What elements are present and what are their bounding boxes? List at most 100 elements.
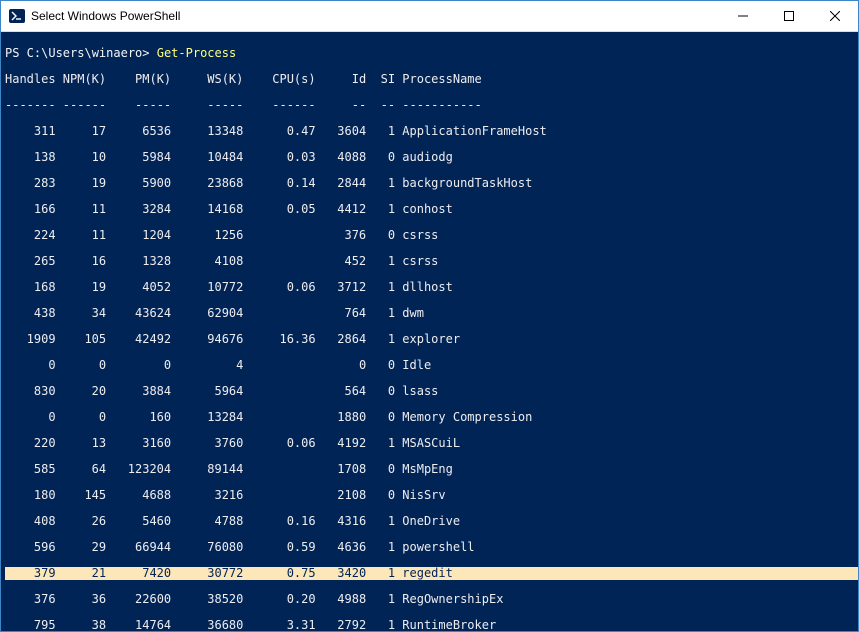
table-row[interactable]: 83020388459645640lsass <box>5 385 858 398</box>
table-row[interactable]: 26516132841084521csrss <box>5 255 858 268</box>
cell-pk: 4688 <box>106 489 171 502</box>
table-row[interactable]: 7953814764366803.3127921RuntimeBroker <box>5 619 858 631</box>
table-row[interactable]: 5962966944760800.5946361powershell <box>5 541 858 554</box>
cell-wk: 14168 <box>171 203 243 216</box>
table-row[interactable]: 22013316037600.0641921MSASCuiL <box>5 437 858 450</box>
cell-wk: 94676 <box>171 333 243 346</box>
cell-pk: 5900 <box>106 177 171 190</box>
cell-si: 0 <box>366 411 395 424</box>
table-row[interactable]: 168194052107720.0637121dllhost <box>5 281 858 294</box>
cell-nk: 36 <box>56 593 107 606</box>
cell-h: 596 <box>5 541 56 554</box>
table-row[interactable]: 283195900238680.1428441backgroundTaskHos… <box>5 177 858 190</box>
cell-id: 3604 <box>316 125 367 138</box>
cell-cp: 0.16 <box>243 515 315 528</box>
cell-h: 379 <box>5 567 56 580</box>
table-row[interactable]: 000400Idle <box>5 359 858 372</box>
cell-nk: 16 <box>56 255 107 268</box>
table-row[interactable]: 3763622600385200.2049881RegOwnershipEx <box>5 593 858 606</box>
cell-h: 1909 <box>5 333 56 346</box>
cell-nk: 0 <box>56 411 107 424</box>
cell-si: 0 <box>366 489 395 502</box>
cell-pn: dwm <box>395 307 424 320</box>
table-row[interactable]: 585641232048914417080MsMpEng <box>5 463 858 476</box>
table-row[interactable]: 1909105424929467616.3628641explorer <box>5 333 858 346</box>
cell-id: 1708 <box>316 463 367 476</box>
cell-si: 1 <box>366 541 395 554</box>
cell-pk: 5460 <box>106 515 171 528</box>
cell-id: 564 <box>316 385 367 398</box>
cell-si: 0 <box>366 151 395 164</box>
cell-nk: 11 <box>56 203 107 216</box>
cell-id: 376 <box>316 229 367 242</box>
cell-pn: powershell <box>395 541 474 554</box>
cell-si: 0 <box>366 463 395 476</box>
col-wsk: WS(K) <box>171 73 243 86</box>
cell-pk: 42492 <box>106 333 171 346</box>
table-row[interactable]: 4383443624629047641dwm <box>5 307 858 320</box>
cell-pk: 160 <box>106 411 171 424</box>
prompt-line: PS C:\Users\winaero> Get-Process <box>5 46 236 60</box>
table-row[interactable]: 166113284141680.0544121conhost <box>5 203 858 216</box>
cell-nk: 17 <box>56 125 107 138</box>
cell-h: 311 <box>5 125 56 138</box>
cell-si: 1 <box>366 203 395 216</box>
cell-wk: 23868 <box>171 177 243 190</box>
cell-h: 795 <box>5 619 56 631</box>
cell-nk: 29 <box>56 541 107 554</box>
cell-wk: 36680 <box>171 619 243 631</box>
table-row[interactable]: 138105984104840.0340880audiodg <box>5 151 858 164</box>
cell-cp: 16.36 <box>243 333 315 346</box>
col-pmk: PM(K) <box>106 73 171 86</box>
table-row[interactable]: 379217420307720.7534201regedit <box>5 567 858 580</box>
powershell-window: Select Windows PowerShell PS C:\Users\wi… <box>0 0 859 632</box>
cell-wk: 76080 <box>171 541 243 554</box>
cell-h: 830 <box>5 385 56 398</box>
cell-wk: 4108 <box>171 255 243 268</box>
cell-wk: 3760 <box>171 437 243 450</box>
cell-si: 1 <box>366 333 395 346</box>
cell-wk: 4788 <box>171 515 243 528</box>
cell-pn: Idle <box>395 359 431 372</box>
cell-wk: 62904 <box>171 307 243 320</box>
cell-nk: 21 <box>56 567 107 580</box>
cell-pn: explorer <box>395 333 460 346</box>
minimize-button[interactable] <box>720 1 766 31</box>
table-row[interactable]: 001601328418800Memory Compression <box>5 411 858 424</box>
cell-id: 0 <box>316 359 367 372</box>
cell-wk: 38520 <box>171 593 243 606</box>
cell-id: 2864 <box>316 333 367 346</box>
cell-pn: dllhost <box>395 281 453 294</box>
cell-h: 168 <box>5 281 56 294</box>
cell-cp: 0.05 <box>243 203 315 216</box>
cell-nk: 11 <box>56 229 107 242</box>
cell-pk: 6536 <box>106 125 171 138</box>
cell-cp: 0.14 <box>243 177 315 190</box>
cell-id: 3712 <box>316 281 367 294</box>
table-row[interactable]: 1801454688321621080NisSrv <box>5 489 858 502</box>
powershell-icon <box>9 8 25 24</box>
table-row[interactable]: 22411120412563760csrss <box>5 229 858 242</box>
cell-pn: Memory Compression <box>395 411 532 424</box>
close-button[interactable] <box>812 1 858 31</box>
cell-id: 4988 <box>316 593 367 606</box>
cell-h: 0 <box>5 411 56 424</box>
cell-pk: 3284 <box>106 203 171 216</box>
cell-h: 376 <box>5 593 56 606</box>
table-row[interactable]: 311176536133480.4736041ApplicationFrameH… <box>5 125 858 138</box>
maximize-button[interactable] <box>766 1 812 31</box>
cell-cp: 0.75 <box>243 567 315 580</box>
cell-nk: 64 <box>56 463 107 476</box>
table-row[interactable]: 40826546047880.1643161OneDrive <box>5 515 858 528</box>
cell-h: 283 <box>5 177 56 190</box>
titlebar[interactable]: Select Windows PowerShell <box>1 1 858 32</box>
col-si: SI <box>366 73 395 86</box>
prompt-command: Get-Process <box>157 46 236 60</box>
col-id: Id <box>316 73 367 86</box>
cell-wk: 30772 <box>171 567 243 580</box>
cell-pn: RegOwnershipEx <box>395 593 503 606</box>
cell-cp: 0.03 <box>243 151 315 164</box>
cell-h: 224 <box>5 229 56 242</box>
cell-nk: 13 <box>56 437 107 450</box>
console-output[interactable]: PS C:\Users\winaero> Get-Process Handles… <box>1 32 858 631</box>
